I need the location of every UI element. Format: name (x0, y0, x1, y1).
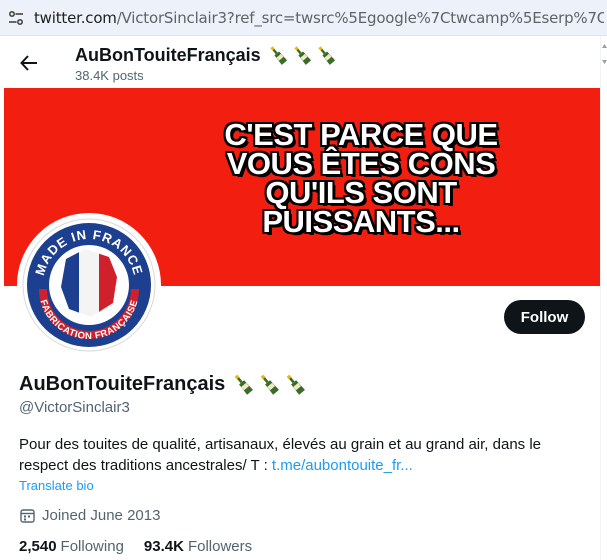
header-display-name: AuBonTouiteFrançais (75, 44, 339, 66)
joined-date: Joined June 2013 (19, 507, 160, 524)
champagne-bottle-icon (294, 46, 311, 65)
following-link[interactable]: 2,540 Following (19, 538, 124, 555)
champagne-bottle-icon (287, 374, 306, 395)
address-bar[interactable]: twitter.com/VictorSinclair3?ref_src=twsr… (0, 0, 607, 36)
banner-line: VOUS ÊTES CONS (226, 146, 496, 181)
champagne-bottle-icon (270, 46, 287, 65)
follow-stats: 2,540 Following 93.4K Followers (19, 538, 272, 555)
avatar[interactable]: MADE IN FRANCE FABRICATION FRANÇAISE (17, 213, 161, 357)
profile-display-name: AuBonTouiteFrançais (19, 372, 309, 396)
champagne-emoji-group (231, 372, 309, 396)
profile-top-bar: AuBonTouiteFrançais 38.4K posts (0, 36, 607, 88)
banner-text: C'EST PARCE QUE VOUS ÊTES CONS QU'ILS SO… (196, 117, 526, 239)
profile-name-text: AuBonTouiteFrançais (19, 372, 226, 395)
joined-text: Joined June 2013 (42, 507, 161, 524)
scrollbar-arrows-icon[interactable] (602, 42, 607, 72)
made-in-france-logo: MADE IN FRANCE FABRICATION FRANÇAISE (22, 218, 156, 352)
tune-icon[interactable] (6, 8, 26, 28)
followers-link[interactable]: 93.4K Followers (144, 538, 252, 555)
banner-line: C'EST PARCE QUE (224, 117, 498, 152)
champagne-bottle-icon (318, 46, 335, 65)
banner-line: PUISSANTS... (262, 204, 460, 239)
header-name-text: AuBonTouiteFrançais (75, 44, 261, 65)
calendar-icon (20, 509, 35, 523)
profile-bio: Pour des touites de qualité, artisanaux,… (19, 434, 559, 476)
following-label: Following (60, 538, 124, 555)
champagne-bottle-icon (261, 374, 280, 395)
profile-handle: @VictorSinclair3 (19, 399, 130, 416)
url-host: twitter.com (34, 8, 117, 27)
champagne-emoji-group (267, 44, 339, 66)
champagne-bottle-icon (235, 374, 254, 395)
following-count: 2,540 (19, 538, 57, 555)
bio-link[interactable]: t.me/aubontouite_fr... (272, 457, 413, 474)
url-path: /VictorSinclair3?ref_src=twsrc%5Egoogle%… (116, 8, 604, 27)
header-post-count: 38.4K posts (75, 68, 144, 83)
banner-line: QU'ILS SONT (265, 175, 457, 210)
followers-label: Followers (187, 538, 253, 555)
translate-bio-link[interactable]: Translate bio (19, 478, 94, 493)
back-button[interactable] (16, 50, 42, 76)
follow-button[interactable]: Follow (504, 300, 585, 334)
column-divider (600, 36, 601, 560)
arrow-left-icon (20, 55, 37, 71)
followers-count: 93.4K (143, 538, 184, 555)
url-text[interactable]: twitter.com/VictorSinclair3?ref_src=twsr… (34, 9, 604, 27)
